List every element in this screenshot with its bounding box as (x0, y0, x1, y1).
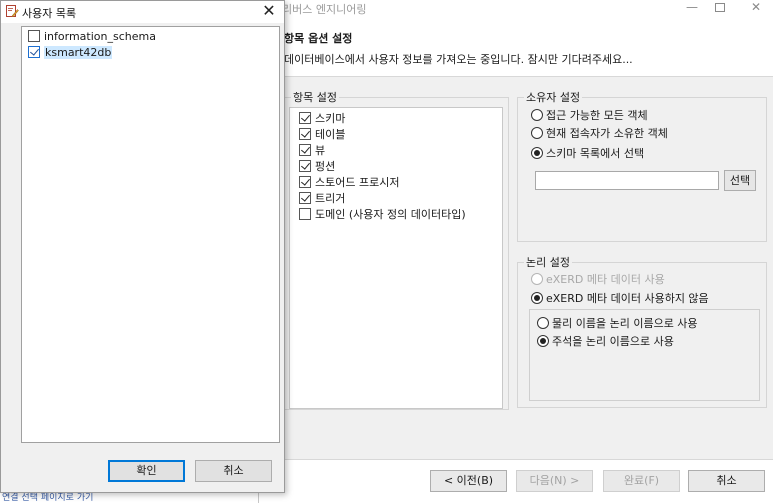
section-description: 데이터베이스에서 사용자 정보를 가져오는 중입니다. 잠시만 기다려주세요..… (284, 53, 633, 66)
checkbox-icon (299, 144, 311, 156)
item-label: 펑션 (315, 160, 336, 173)
item-checkbox-function[interactable]: 펑션 (299, 158, 335, 174)
item-label: 스토어드 프로시저 (315, 176, 400, 189)
owner-radio-all-objects[interactable]: 접근 가능한 모든 객체 (531, 107, 648, 123)
item-settings-title: 항목 설정 (291, 91, 339, 104)
background-divider (258, 493, 259, 503)
logic-radio-no-meta[interactable]: eXERD 메타 데이터 사용하지 않음 (531, 290, 709, 306)
item-label: 트리거 (315, 192, 346, 205)
ok-button[interactable]: 확인 (108, 460, 185, 482)
user-label: ksmart42db (44, 45, 113, 59)
radio-label: 현재 접속자가 소유한 객체 (546, 127, 668, 140)
radio-icon (531, 147, 543, 159)
item-checkbox-domain[interactable]: 도메인 (사용자 정의 데이터타입) (299, 206, 466, 222)
item-settings-panel: 스키마 테이블 뷰 펑션 스토어드 프로시저 트리거 도메인 (사용자 정의 데… (289, 107, 503, 409)
checkbox-icon (299, 208, 311, 220)
radio-label: 접근 가능한 모든 객체 (546, 109, 648, 122)
owner-select-button[interactable]: 선택 (724, 170, 756, 191)
user-list-dialog: 사용자 목록 ✕ information_schema ksmart42db 확… (0, 0, 285, 493)
owner-schema-input[interactable] (535, 171, 719, 190)
dialog-cancel-button[interactable]: 취소 (195, 460, 272, 482)
item-checkbox-trigger[interactable]: 트리거 (299, 190, 345, 206)
checkbox-icon (299, 128, 311, 140)
checkbox-icon (28, 30, 40, 42)
owner-radio-schema-list[interactable]: 스키마 목록에서 선택 (531, 145, 644, 161)
item-checkbox-schema[interactable]: 스키마 (299, 110, 345, 126)
maximize-icon (715, 3, 725, 12)
dialog-close-button[interactable]: ✕ (257, 2, 281, 20)
radio-label: 물리 이름을 논리 이름으로 사용 (552, 317, 698, 330)
radio-icon (537, 335, 549, 347)
edit-document-icon (6, 5, 19, 18)
name-radio-physical[interactable]: 물리 이름을 논리 이름으로 사용 (537, 315, 698, 331)
checkbox-icon (299, 192, 311, 204)
finish-button[interactable]: 완료(F) (603, 470, 680, 492)
radio-label: 주석을 논리 이름으로 사용 (552, 335, 674, 348)
name-radio-comment[interactable]: 주석을 논리 이름으로 사용 (537, 333, 674, 349)
window-close-button[interactable]: ✕ (736, 0, 773, 16)
item-checkbox-stored-procedure[interactable]: 스토어드 프로시저 (299, 174, 399, 190)
checkbox-icon (28, 46, 40, 58)
background-link-text: 연결 선택 페이지로 가기 (2, 493, 94, 503)
user-item-ksmart42db[interactable]: ksmart42db (28, 44, 115, 60)
wizard-cancel-button[interactable]: 취소 (688, 470, 765, 492)
checkbox-icon (299, 160, 311, 172)
next-button[interactable]: 다음(N) > (516, 470, 593, 492)
radio-icon (531, 109, 543, 121)
dialog-title: 사용자 목록 (22, 7, 77, 20)
item-checkbox-view[interactable]: 뷰 (299, 142, 325, 158)
item-checkbox-table[interactable]: 테이블 (299, 126, 345, 142)
item-label: 도메인 (사용자 정의 데이터타입) (315, 208, 466, 221)
radio-label: 스키마 목록에서 선택 (546, 147, 645, 160)
footer-divider (280, 459, 773, 460)
owner-radio-current-user[interactable]: 현재 접속자가 소유한 객체 (531, 125, 668, 141)
back-button[interactable]: < 이전(B) (430, 470, 507, 492)
logic-settings-title: 논리 설정 (524, 256, 572, 269)
radio-icon (531, 127, 543, 139)
radio-icon (531, 292, 543, 304)
logic-radio-use-meta[interactable]: eXERD 메타 데이터 사용 (531, 271, 665, 287)
item-label: 테이블 (315, 128, 346, 141)
radio-label: eXERD 메타 데이터 사용 (546, 273, 665, 286)
radio-icon (537, 317, 549, 329)
wizard-title: 리버스 엔지니어링 (282, 3, 367, 16)
maximize-button[interactable] (700, 0, 740, 16)
radio-label: eXERD 메타 데이터 사용하지 않음 (546, 292, 709, 305)
owner-settings-title: 소유자 설정 (524, 91, 583, 104)
radio-icon (531, 273, 543, 285)
item-label: 스키마 (315, 112, 346, 125)
user-item-information-schema[interactable]: information_schema (28, 28, 159, 44)
dialog-titlebar: 사용자 목록 ✕ (1, 1, 284, 23)
checkbox-icon (299, 176, 311, 188)
user-label: information_schema (44, 29, 156, 43)
user-checklist[interactable]: information_schema ksmart42db (21, 26, 280, 443)
section-title: 항목 옵션 설정 (284, 32, 353, 45)
item-label: 뷰 (315, 144, 326, 157)
checkbox-icon (299, 112, 311, 124)
